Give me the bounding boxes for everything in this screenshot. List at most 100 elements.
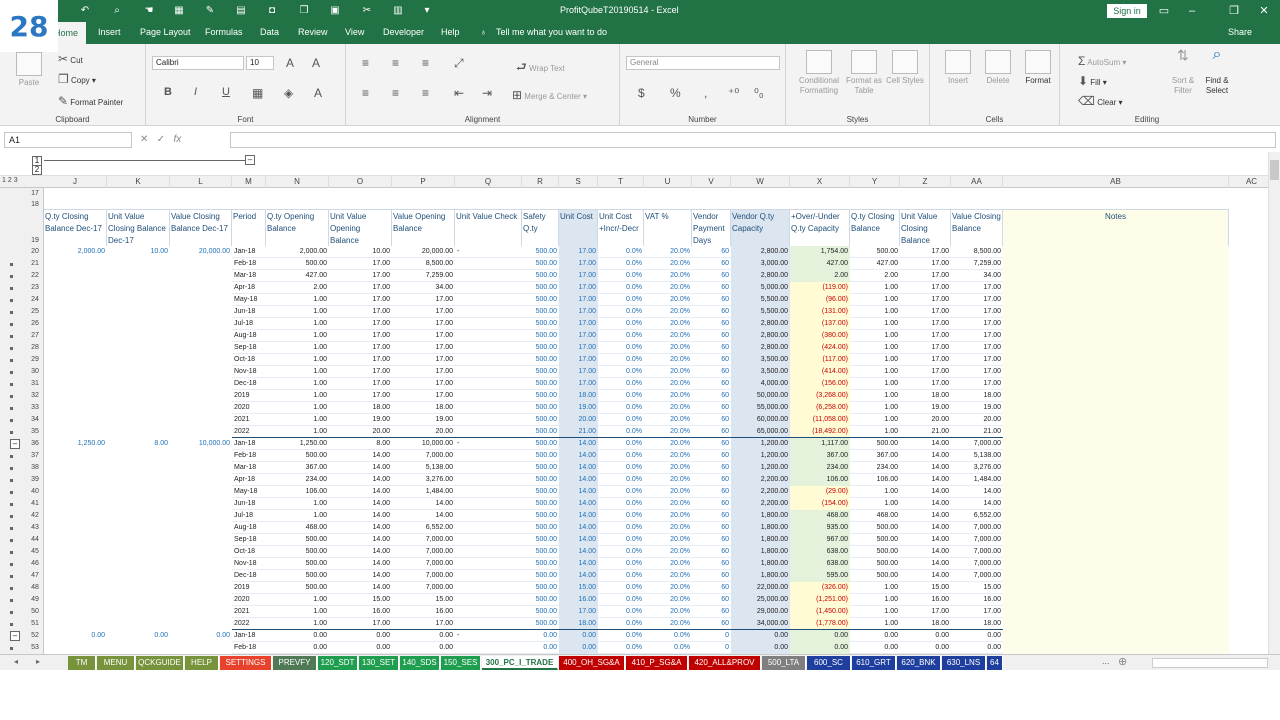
table-cell[interactable]: 500.00 [266, 534, 329, 546]
table-cell[interactable]: Apr-18 [232, 282, 266, 294]
table-cell[interactable]: 20.0% [644, 450, 692, 462]
table-cell[interactable]: Nov-18 [232, 366, 266, 378]
row-header-53[interactable]: 53 [26, 642, 44, 654]
table-cell[interactable]: 14.00 [900, 438, 951, 450]
table-cell[interactable]: 17.00 [900, 342, 951, 354]
horizontal-scrollbar[interactable] [1152, 658, 1268, 668]
borders-button[interactable]: ▦ [252, 86, 263, 100]
align-bottom-button[interactable]: ≡ [422, 56, 429, 70]
table-cell[interactable]: 34.00 [392, 282, 455, 294]
table-cell[interactable]: 1.00 [850, 498, 900, 510]
notes-cell[interactable] [1003, 438, 1229, 450]
table-cell[interactable]: 1.00 [266, 342, 329, 354]
table-cell[interactable]: 0.0% [598, 270, 644, 282]
table-cell[interactable] [44, 534, 107, 546]
table-cell[interactable]: 5,500.00 [731, 294, 790, 306]
table-cell[interactable]: 0.0% [598, 414, 644, 426]
table-cell[interactable]: 17.00 [392, 390, 455, 402]
table-cell[interactable] [170, 474, 232, 486]
table-cell[interactable]: 1.00 [850, 354, 900, 366]
table-cell[interactable]: 60 [692, 474, 731, 486]
table-cell[interactable]: 234.00 [266, 474, 329, 486]
table-cell[interactable]: 14.00 [900, 534, 951, 546]
table-cell[interactable] [44, 390, 107, 402]
table-cell[interactable] [170, 318, 232, 330]
table-cell[interactable] [170, 342, 232, 354]
row-header-46[interactable]: 46 [26, 558, 44, 570]
table-cell[interactable]: 4,000.00 [731, 378, 790, 390]
row-header-45[interactable]: 45 [26, 546, 44, 558]
table-cell[interactable] [107, 582, 170, 594]
table-cell[interactable]: 20.0% [644, 570, 692, 582]
table-cell[interactable] [44, 606, 107, 618]
paste-qa-icon[interactable]: ▣ [328, 4, 342, 18]
row-header-47[interactable]: 47 [26, 570, 44, 582]
add-sheet-icon[interactable]: ⊕ [1118, 655, 1127, 668]
table-cell[interactable]: 60 [692, 414, 731, 426]
table-cell[interactable]: 2019 [232, 582, 266, 594]
font-name-select[interactable]: Calibri [152, 56, 244, 70]
table-cell[interactable] [44, 558, 107, 570]
table-cell[interactable]: 500.00 [266, 258, 329, 270]
decrease-indent-button[interactable]: ⇤ [454, 86, 464, 100]
table-cell[interactable]: 15.00 [329, 594, 392, 606]
table-cell[interactable]: 0.00 [329, 630, 392, 642]
table-cell[interactable]: Dec-18 [232, 378, 266, 390]
table-cell[interactable]: 17.00 [951, 342, 1003, 354]
table-cell[interactable] [44, 462, 107, 474]
table-cell[interactable]: 0.0% [598, 582, 644, 594]
table-cell[interactable]: 0.00 [850, 642, 900, 654]
tab-review[interactable]: Review [298, 27, 328, 37]
table-cell[interactable]: May-18 [232, 486, 266, 498]
table-cell[interactable] [107, 570, 170, 582]
table-cell[interactable]: 7,000.00 [392, 570, 455, 582]
table-cell[interactable]: 1.00 [266, 294, 329, 306]
table-cell[interactable]: 2019 [232, 390, 266, 402]
table-cell[interactable]: Sep-18 [232, 342, 266, 354]
percent-button[interactable]: % [670, 86, 681, 100]
notes-cell[interactable] [1003, 594, 1229, 606]
align-middle-button[interactable]: ≡ [392, 56, 399, 70]
customize-qa-icon[interactable]: ▾ [420, 4, 434, 18]
table-cell[interactable]: - [455, 630, 522, 642]
sort-filter-button[interactable]: ⇅ Sort & Filter [1166, 48, 1200, 96]
table-cell[interactable]: 14.00 [559, 438, 598, 450]
table-cell[interactable]: 638.00 [790, 558, 850, 570]
notes-cell[interactable] [1003, 558, 1229, 570]
table-cell[interactable]: 17.00 [329, 390, 392, 402]
table-cell[interactable] [44, 522, 107, 534]
row-header-32[interactable]: 32 [26, 390, 44, 402]
table-cell[interactable] [44, 450, 107, 462]
table-cell[interactable]: 17.00 [392, 306, 455, 318]
table-cell[interactable]: 500.00 [522, 330, 559, 342]
table-cell[interactable]: 500.00 [266, 558, 329, 570]
table-cell[interactable] [44, 258, 107, 270]
table-cell[interactable]: 500.00 [522, 498, 559, 510]
table-cell[interactable] [107, 450, 170, 462]
notes-cell[interactable] [1003, 294, 1229, 306]
table-cell[interactable]: 2021 [232, 414, 266, 426]
table-cell[interactable]: 2,800.00 [731, 246, 790, 258]
header-cell[interactable]: Vendor Payment Days [692, 209, 731, 246]
table-cell[interactable]: 367.00 [266, 462, 329, 474]
table-cell[interactable]: 0.0% [598, 378, 644, 390]
table-cell[interactable]: Jan-18 [232, 246, 266, 258]
row-header-34[interactable]: 34 [26, 414, 44, 426]
table-cell[interactable]: 60 [692, 294, 731, 306]
header-cell[interactable]: Unit Cost [559, 209, 598, 246]
table-cell[interactable]: 17.00 [392, 330, 455, 342]
table-cell[interactable]: 14.00 [951, 486, 1003, 498]
notes-cell[interactable] [1003, 426, 1229, 438]
sheet-tab-menu[interactable]: MENU [97, 656, 135, 670]
table-cell[interactable]: 14.00 [900, 450, 951, 462]
tab-formulas[interactable]: Formulas [205, 27, 243, 37]
column-header-t[interactable]: T [598, 176, 644, 188]
align-center-button[interactable]: ≡ [392, 86, 399, 100]
table-cell[interactable] [44, 282, 107, 294]
spreadsheet-icon[interactable]: ▦ [172, 4, 186, 18]
column-header-w[interactable]: W [731, 176, 790, 188]
table-cell[interactable]: Aug-18 [232, 522, 266, 534]
table-cell[interactable] [107, 522, 170, 534]
table-cell[interactable]: - [455, 438, 522, 450]
table-cell[interactable]: 1.00 [266, 378, 329, 390]
